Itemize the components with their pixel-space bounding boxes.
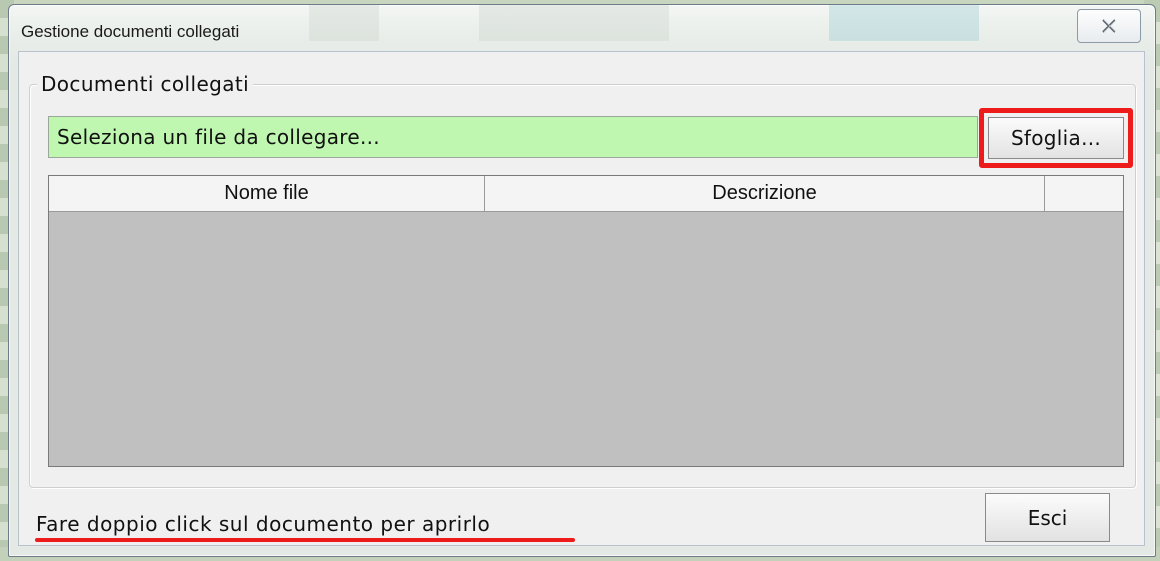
dialog-window: Gestione documenti collegati Documenti c… <box>8 4 1156 557</box>
file-path-field[interactable]: Seleziona un file da collegare... <box>48 116 978 158</box>
titlebar-blur <box>479 5 669 41</box>
titlebar-blur <box>309 5 379 41</box>
browse-highlight: Sfoglia... <box>979 108 1133 168</box>
footer-hint: Fare doppio click sul documento per apri… <box>36 512 491 536</box>
close-button[interactable] <box>1077 9 1141 43</box>
table-body[interactable] <box>49 212 1123 466</box>
close-icon <box>1101 19 1117 33</box>
title-bar[interactable]: Gestione documenti collegati <box>9 5 1155 55</box>
window-title: Gestione documenti collegati <box>21 22 240 41</box>
groupbox-label: Documenti collegati <box>37 72 254 96</box>
exit-button[interactable]: Esci <box>985 493 1110 542</box>
hint-underline <box>35 538 575 542</box>
titlebar-blur <box>829 5 979 41</box>
documents-table[interactable]: Nome file Descrizione <box>48 175 1124 467</box>
dialog-client-area: Documenti collegati Seleziona un file da… <box>18 51 1145 546</box>
table-header: Nome file Descrizione <box>49 176 1123 212</box>
browse-button[interactable]: Sfoglia... <box>988 117 1124 159</box>
column-header-descrizione[interactable]: Descrizione <box>485 176 1045 211</box>
column-header-extra[interactable] <box>1045 176 1123 211</box>
column-header-nome-file[interactable]: Nome file <box>49 176 485 211</box>
